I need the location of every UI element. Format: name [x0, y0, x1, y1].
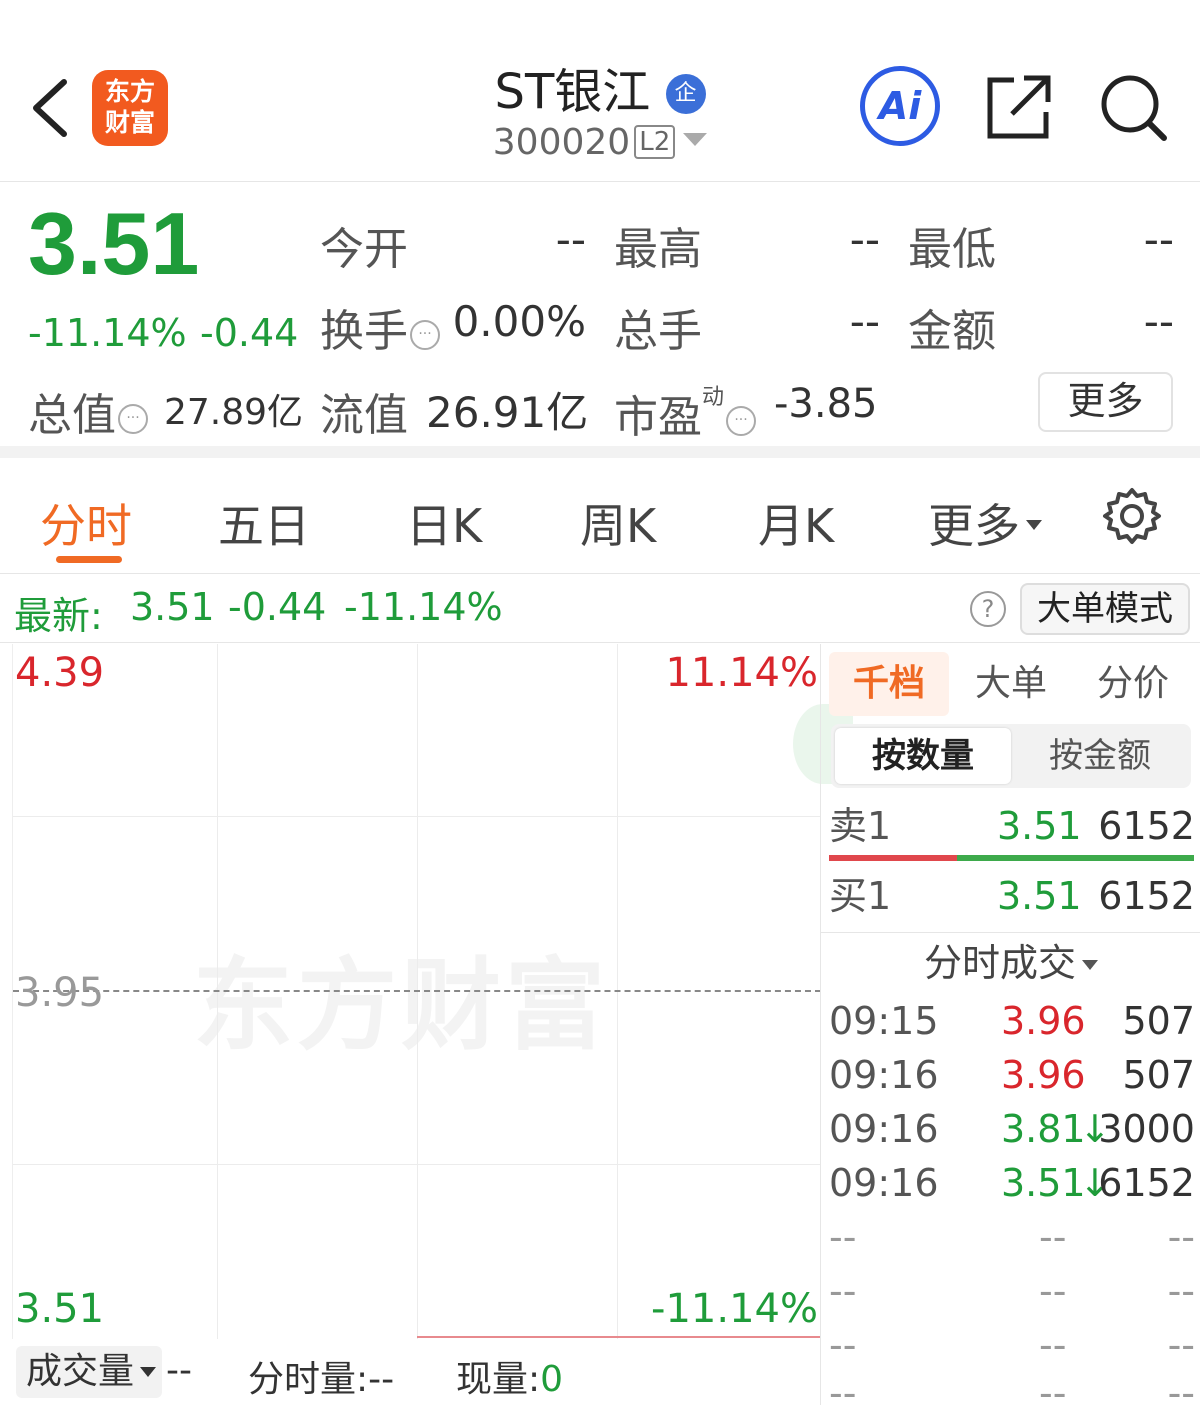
- stock-name: ST银江: [494, 64, 651, 120]
- tab-intraday[interactable]: 分时: [40, 490, 132, 556]
- latest-label: 最新:: [14, 594, 103, 638]
- minute-volume: 分时量:--: [248, 1359, 395, 1400]
- current-volume-label: 现量:0: [456, 1359, 564, 1400]
- trade-row: 09:16 3.51 ↓ 6152: [829, 1156, 1195, 1210]
- tab-price-distribution[interactable]: 分价: [1073, 652, 1193, 716]
- amount-value: --: [1143, 297, 1174, 346]
- volume-value: --: [166, 1350, 192, 1391]
- volume-bar: 成交量 -- 分时量:-- 现量:0: [0, 1340, 820, 1405]
- order-book-panel: 千档 大单 分价 按数量 按金额 卖1 3.51 6152 买1 3.51 61…: [820, 644, 1200, 1405]
- tab-thousand-levels[interactable]: 千档: [829, 652, 949, 716]
- unit-toggle: 按数量 按金额: [831, 724, 1191, 788]
- tab-daily-k[interactable]: 日K: [406, 490, 482, 556]
- axis-bottom-price: 3.51: [15, 1286, 105, 1332]
- quote-panel: 3.51 -11.14% -0.44 今开 -- 最高 -- 最低 -- 换手 ·…: [0, 183, 1200, 458]
- tab-more[interactable]: 更多: [928, 490, 1042, 556]
- enterprise-badge: 企: [665, 74, 706, 114]
- trade-row: 09:16 3.96 507: [829, 1053, 1195, 1097]
- buy-1-row[interactable]: 买1 3.51 6152: [829, 866, 1195, 926]
- chart-period-tabs: 分时 五日 日K 周K 月K 更多: [0, 470, 1200, 574]
- turnover-value: 0.00%: [452, 297, 586, 346]
- by-quantity-button[interactable]: 按数量: [835, 728, 1011, 784]
- change-percent: -11.14%: [28, 311, 187, 355]
- current-volume-value: 0: [540, 1359, 564, 1400]
- info-icon[interactable]: ···: [118, 404, 148, 434]
- axis-top-price: 4.39: [15, 650, 105, 696]
- more-quote-button[interactable]: 更多: [1038, 372, 1173, 432]
- caret-down-icon[interactable]: [683, 133, 708, 146]
- trades-header[interactable]: 分时成交: [821, 932, 1200, 992]
- trade-row: -- -- --: [829, 1215, 1195, 1259]
- buy-strength-bar: [957, 855, 1194, 861]
- sell-strength-bar: [829, 855, 957, 861]
- high-label: 最高: [614, 224, 702, 275]
- pe-label[interactable]: 市盈动···: [614, 379, 757, 445]
- latest-change-percent: -11.14%: [344, 585, 503, 629]
- high-value: --: [849, 215, 880, 264]
- active-tab-indicator: [56, 556, 122, 563]
- volume-value: --: [849, 297, 880, 346]
- tab-monthly-k[interactable]: 月K: [758, 490, 834, 556]
- level-badge: L2: [634, 125, 676, 159]
- market-cap-value: 27.89亿: [164, 392, 304, 433]
- by-amount-button[interactable]: 按金额: [1013, 728, 1187, 784]
- axis-top-percent: 11.14%: [665, 650, 818, 696]
- prev-close-line: [13, 990, 821, 992]
- market-cap-label[interactable]: 总值 ···: [28, 379, 148, 443]
- amount-label: 金额: [908, 306, 996, 357]
- latest-quote-bar: 最新: 3.51 -0.44 -11.14% ? 大单模式: [0, 575, 1200, 643]
- current-price: 3.51: [28, 194, 200, 293]
- axis-bottom-percent: -11.14%: [651, 1286, 818, 1332]
- low-label: 最低: [908, 224, 996, 275]
- float-cap-label: 流值: [320, 390, 408, 441]
- trade-row: -- -- --: [829, 1269, 1195, 1313]
- axis-mid-price: 3.95: [15, 970, 105, 1016]
- open-value: --: [555, 215, 586, 264]
- trade-row: -- -- --: [829, 1323, 1195, 1367]
- latest-change: -0.44: [228, 585, 327, 629]
- latest-price: 3.51: [130, 585, 215, 629]
- app-header: 东方 财富 ST银江 企 300020 L2 Ai: [0, 0, 1200, 182]
- share-icon[interactable]: [984, 72, 1056, 142]
- tab-weekly-k[interactable]: 周K: [580, 490, 656, 556]
- grid-line: [13, 1164, 821, 1165]
- caret-down-icon: [140, 1367, 157, 1377]
- change-amount: -0.44: [200, 311, 299, 355]
- volume-label: 总手: [614, 306, 702, 357]
- tab-big-orders[interactable]: 大单: [951, 652, 1071, 716]
- stock-code: 300020: [492, 122, 631, 163]
- info-icon[interactable]: ···: [410, 320, 440, 350]
- indicator-selector[interactable]: 成交量: [16, 1346, 162, 1398]
- tab-five-day[interactable]: 五日: [218, 490, 310, 556]
- caret-down-icon: [1026, 520, 1042, 530]
- caret-down-icon: [1082, 960, 1098, 970]
- float-cap-value: 26.91亿: [426, 388, 589, 437]
- open-label: 今开: [320, 224, 408, 275]
- low-value: --: [1143, 215, 1174, 264]
- trade-row: -- -- --: [829, 1371, 1195, 1405]
- ai-button[interactable]: Ai: [860, 66, 940, 146]
- help-icon[interactable]: ?: [970, 591, 1006, 627]
- pe-value: -3.85: [774, 381, 878, 427]
- pe-dynamic-mark: 动: [702, 385, 725, 410]
- gear-icon[interactable]: [1102, 486, 1162, 546]
- info-icon[interactable]: ···: [726, 406, 757, 436]
- intraday-chart[interactable]: 东方财富 4.39 11.14% 3.95 3.51 -11.14%: [12, 644, 853, 1339]
- sell-1-row[interactable]: 卖1 3.51 6152: [829, 796, 1195, 856]
- price-line: [417, 1336, 821, 1338]
- grid-line: [13, 816, 821, 817]
- ai-icon: Ai: [878, 84, 922, 128]
- search-icon[interactable]: [1098, 72, 1170, 144]
- big-order-mode-button[interactable]: 大单模式: [1020, 583, 1190, 635]
- trade-row: 09:16 3.81 ↓ 3000: [829, 1102, 1195, 1156]
- turnover-label[interactable]: 换手 ···: [320, 295, 440, 359]
- trade-row: 09:15 3.96 507: [829, 999, 1195, 1043]
- watermark: 东方财富: [193, 947, 609, 1064]
